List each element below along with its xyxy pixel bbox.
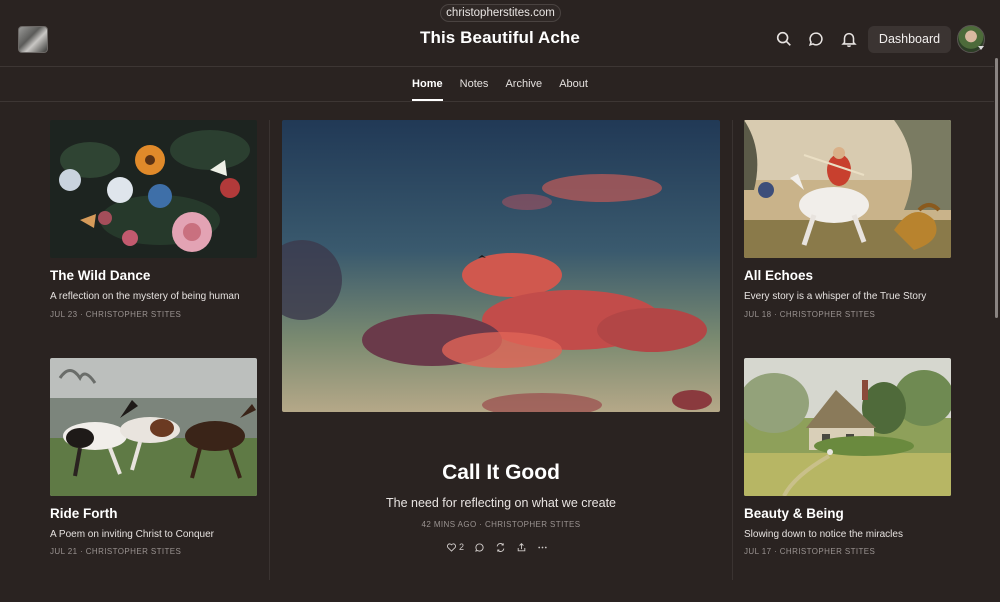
comment-button[interactable] — [474, 542, 485, 553]
scrollbar[interactable] — [995, 58, 998, 318]
nav-archive[interactable]: Archive — [505, 78, 542, 101]
post-image-beauty-being[interactable] — [744, 358, 951, 496]
nav-home[interactable]: Home — [412, 78, 443, 101]
post-actions: 2 — [446, 540, 548, 554]
post-subtitle: A Poem on inviting Christ to Conquer — [50, 529, 214, 540]
share-button[interactable] — [516, 542, 527, 553]
share-icon — [516, 542, 527, 553]
restack-icon — [495, 542, 506, 553]
featured-post-meta: 42 MINS AGO · CHRISTOPHER STITES — [421, 520, 581, 529]
post-image-wild-dance[interactable] — [50, 120, 257, 258]
url-pill[interactable]: christopherstites.com — [440, 4, 561, 22]
post-image-ride-forth[interactable] — [50, 358, 257, 496]
section-nav: Home Notes Archive About — [0, 78, 1000, 102]
header-divider — [0, 66, 994, 67]
post-subtitle: Every story is a whisper of the True Sto… — [744, 291, 927, 302]
ellipsis-icon — [537, 542, 548, 553]
restack-button[interactable] — [495, 542, 506, 553]
dashboard-button[interactable]: Dashboard — [868, 26, 951, 53]
chevron-down-icon[interactable] — [978, 46, 984, 50]
nav-divider — [0, 101, 994, 102]
comment-icon — [474, 542, 485, 553]
post-title[interactable]: Beauty & Being — [744, 506, 844, 521]
post-meta: JUL 23 · CHRISTOPHER STITES — [50, 310, 182, 319]
column-divider — [269, 120, 270, 580]
featured-post-subtitle: The need for reflecting on what we creat… — [386, 496, 616, 510]
like-button[interactable]: 2 — [446, 542, 464, 553]
more-button[interactable] — [537, 542, 548, 553]
featured-post-title[interactable]: Call It Good — [282, 461, 720, 485]
post-meta: JUL 17 · CHRISTOPHER STITES — [744, 547, 876, 556]
search-icon[interactable] — [775, 30, 793, 48]
like-count: 2 — [459, 542, 465, 552]
post-meta: JUL 21 · CHRISTOPHER STITES — [50, 547, 182, 556]
nav-notes[interactable]: Notes — [460, 78, 489, 101]
post-subtitle: A reflection on the mystery of being hum… — [50, 291, 240, 302]
post-image-all-echoes[interactable] — [744, 120, 951, 258]
featured-post-image[interactable] — [282, 120, 720, 412]
heart-icon — [446, 542, 457, 553]
post-title[interactable]: All Echoes — [744, 268, 813, 283]
column-divider — [732, 120, 733, 580]
post-subtitle: Slowing down to notice the miracles — [744, 529, 903, 540]
post-title[interactable]: The Wild Dance — [50, 268, 150, 283]
nav-about[interactable]: About — [559, 78, 588, 101]
post-meta: JUL 18 · CHRISTOPHER STITES — [744, 310, 876, 319]
bell-icon[interactable] — [840, 30, 858, 48]
chat-icon[interactable] — [807, 30, 825, 48]
post-title[interactable]: Ride Forth — [50, 506, 118, 521]
